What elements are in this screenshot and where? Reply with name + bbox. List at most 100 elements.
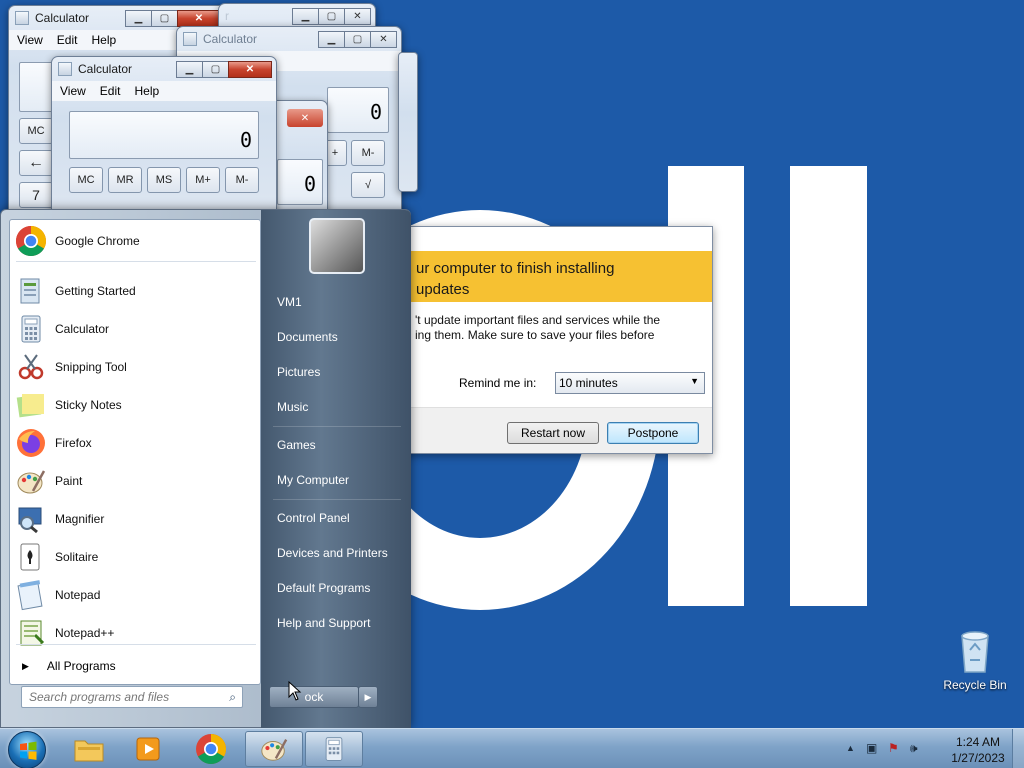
minimize-button[interactable]: ▁ [318, 30, 345, 48]
volume-icon[interactable]: 🕪 [910, 741, 918, 756]
link-music[interactable]: Music [277, 400, 308, 414]
close-button[interactable]: ✕ [344, 7, 371, 25]
calc-button-mr[interactable]: MR [108, 167, 142, 193]
program-solitaire[interactable]: Solitaire [12, 539, 258, 575]
menu-view[interactable]: View [17, 33, 43, 47]
maximize-button[interactable]: ▢ [202, 60, 229, 78]
clock-time: 1:24 AM [955, 735, 1001, 749]
program-label: Paint [55, 474, 83, 488]
link-default-programs[interactable]: Default Programs [277, 581, 370, 595]
calc-button-m-plus[interactable]: M+ [186, 167, 220, 193]
show-hidden-icons-arrow[interactable]: ▲ [846, 743, 855, 753]
calc-button-backspace[interactable]: ← [19, 150, 53, 176]
calc-button-sqrt[interactable]: √ [351, 172, 385, 198]
start-button[interactable] [8, 731, 46, 768]
taskbar-calculator[interactable] [305, 731, 363, 767]
taskbar-paint[interactable] [245, 731, 303, 767]
program-calculator[interactable]: Calculator [12, 311, 258, 347]
menu-view[interactable]: View [60, 84, 86, 98]
separator [16, 644, 256, 645]
link-games[interactable]: Games [277, 438, 316, 452]
all-programs-button[interactable]: ▶ All Programs [22, 659, 116, 673]
remind-label: Remind me in: [459, 376, 537, 390]
menu-help[interactable]: Help [134, 84, 159, 98]
program-label: Notepad++ [55, 626, 115, 640]
program-notepad-plus-plus[interactable]: Notepad++ [12, 615, 258, 651]
clock[interactable]: 1:24 AM 1/27/2023 [943, 734, 1013, 766]
chrome-icon [196, 734, 227, 765]
network-icon[interactable]: ▣ [866, 741, 877, 755]
taskbar-explorer[interactable] [60, 731, 118, 767]
clock-date: 1/27/2023 [951, 751, 1005, 765]
recycle-bin[interactable]: Recycle Bin [940, 630, 1010, 692]
link-help-and-support[interactable]: Help and Support [277, 616, 370, 630]
calc-button-7[interactable]: 7 [19, 182, 53, 208]
calculator-icon [325, 737, 343, 761]
program-google-chrome[interactable]: Google Chrome [12, 223, 258, 259]
link-control-panel[interactable]: Control Panel [277, 511, 350, 525]
titlebar[interactable]: Calculator ▁ ▢ ✕ [177, 27, 401, 51]
action-center-flag-icon[interactable]: ⚑ [888, 741, 899, 755]
maximize-button[interactable]: ▢ [151, 9, 178, 27]
link-pictures[interactable]: Pictures [277, 365, 320, 379]
menu-edit[interactable]: Edit [100, 84, 121, 98]
calc-button-m-minus[interactable]: M- [225, 167, 259, 193]
banner-line-1: ur computer to finish installing [416, 260, 615, 277]
shutdown-button[interactable]: ock [269, 686, 359, 708]
program-firefox[interactable]: Firefox [12, 425, 258, 461]
program-getting-started[interactable]: Getting Started [12, 273, 258, 309]
separator [273, 426, 401, 427]
calc-button-m-minus[interactable]: M- [351, 140, 385, 166]
all-programs-label: All Programs [46, 659, 116, 673]
titlebar[interactable]: r ▁ ▢ ✕ [219, 4, 375, 28]
program-label: Notepad [55, 588, 101, 602]
calc-display: 0 [277, 159, 323, 205]
menu-help[interactable]: Help [91, 33, 116, 47]
calculator-window-edge[interactable] [398, 52, 418, 192]
firefox-icon [17, 429, 45, 457]
calc-button-ms[interactable]: MS [147, 167, 181, 193]
close-button[interactable]: ✕ [177, 9, 221, 27]
restart-now-button[interactable]: Restart now [507, 422, 599, 444]
calc-button-mc[interactable]: MC [69, 167, 103, 193]
taskbar-media-player[interactable] [120, 731, 178, 767]
link-my-computer[interactable]: My Computer [277, 473, 349, 487]
close-button[interactable]: ✕ [228, 60, 272, 78]
close-button[interactable]: ✕ [370, 30, 397, 48]
maximize-button[interactable]: ▢ [344, 30, 371, 48]
program-paint[interactable]: Paint [12, 463, 258, 499]
remind-value: 10 minutes [559, 376, 618, 390]
menu-edit[interactable]: Edit [57, 33, 78, 47]
titlebar[interactable]: Calculator ▁ ▢ ✕ [52, 57, 276, 81]
link-devices-and-printers[interactable]: Devices and Printers [277, 546, 388, 560]
remind-interval-select[interactable]: 10 minutes ▼ [555, 372, 705, 394]
program-snipping-tool[interactable]: Snipping Tool [12, 349, 258, 385]
program-magnifier[interactable]: Magnifier [12, 501, 258, 537]
minimize-button[interactable]: ▁ [292, 7, 319, 25]
calc-display: 0 [69, 111, 259, 159]
windows-update-dialog[interactable]: ur computer to finish installing updates… [400, 226, 713, 454]
explorer-icon [74, 740, 104, 762]
close-button[interactable]: ✕ [287, 109, 323, 127]
magnifier-icon [18, 507, 42, 534]
calculator-icon [58, 62, 72, 76]
minimize-button[interactable]: ▁ [176, 60, 203, 78]
window-title: Calculator [203, 32, 258, 46]
program-notepad[interactable]: Notepad [12, 577, 258, 613]
link-user[interactable]: VM1 [277, 295, 302, 309]
postpone-button[interactable]: Postpone [607, 422, 699, 444]
maximize-button[interactable]: ▢ [318, 7, 345, 25]
show-desktop-button[interactable] [1012, 729, 1024, 768]
shutdown-options-arrow[interactable]: ▶ [358, 686, 378, 708]
calc-button-mc[interactable]: MC [19, 118, 53, 144]
calculator-window-front[interactable]: Calculator ▁ ▢ ✕ View Edit Help 0 MC MR … [51, 56, 277, 216]
program-label: Solitaire [55, 550, 99, 564]
user-avatar[interactable] [309, 218, 365, 274]
taskbar-chrome[interactable] [182, 731, 240, 767]
link-documents[interactable]: Documents [277, 330, 338, 344]
start-menu[interactable]: Google Chrome Getting Started Calculator… [0, 209, 411, 729]
chrome-icon [15, 226, 47, 257]
program-sticky-notes[interactable]: Sticky Notes [12, 387, 258, 423]
start-search-input[interactable]: Search programs and files ⌕ [21, 686, 243, 708]
minimize-button[interactable]: ▁ [125, 9, 152, 27]
